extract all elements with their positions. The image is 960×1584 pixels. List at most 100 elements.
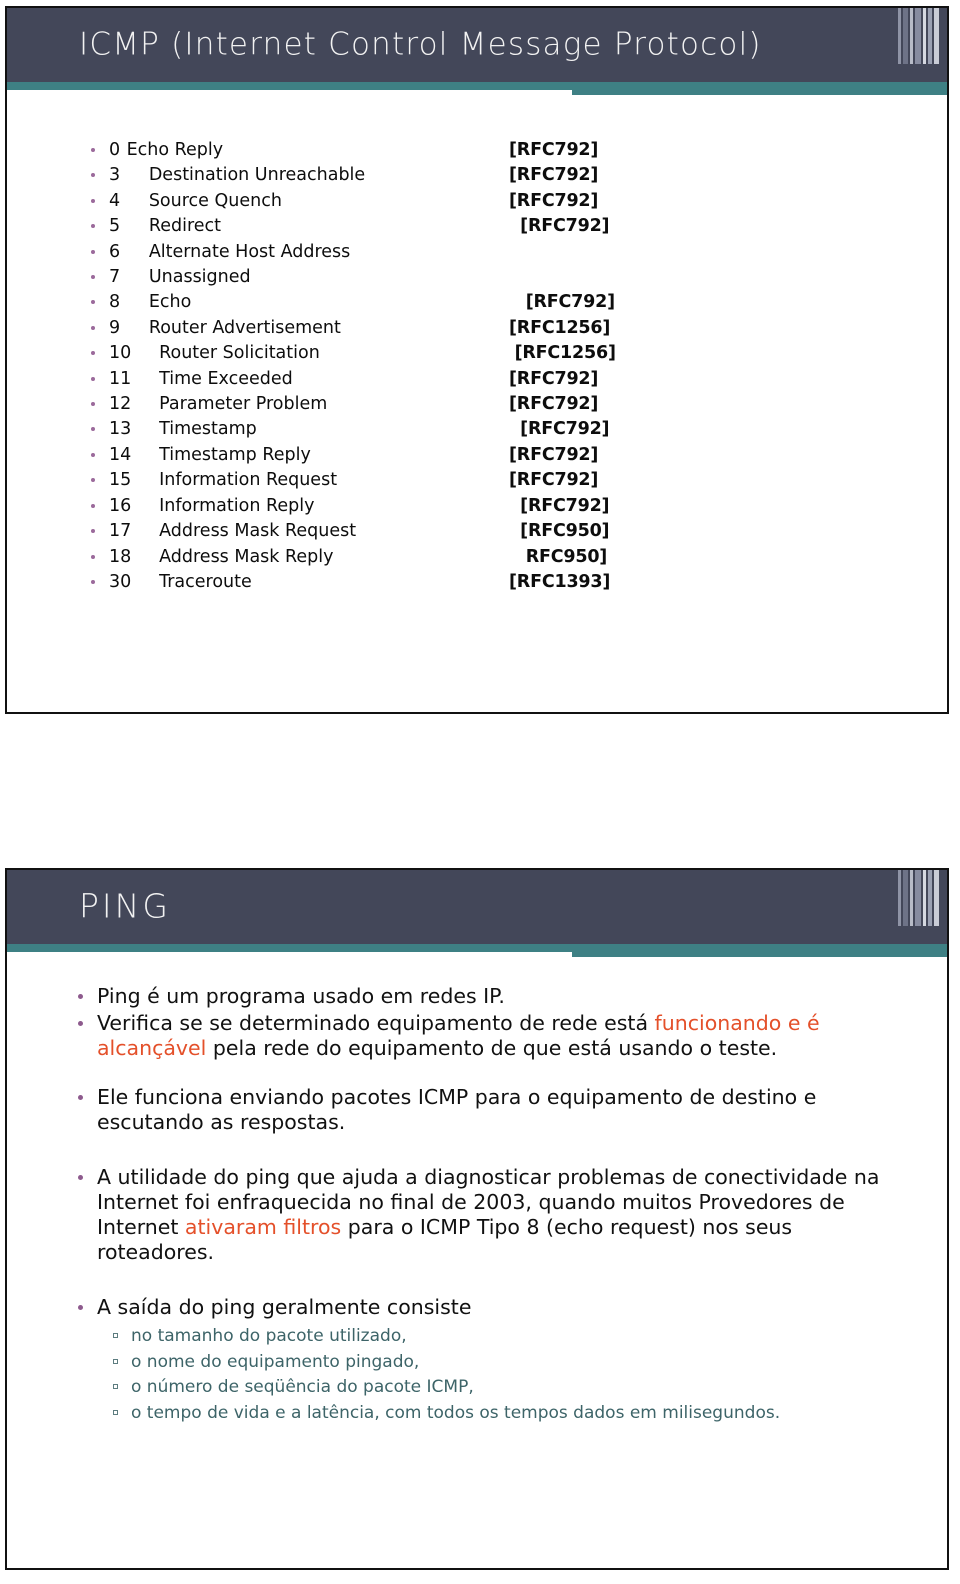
list-item: Ping é um programa usado em redes IP. [78,984,907,1009]
list-item: A utilidade do ping que ajuda a diagnost… [78,1165,907,1265]
list-item: 18 Address Mask Reply RFC950] [91,545,917,570]
icmp-type-name: Traceroute [159,571,252,592]
list-item: no tamanho do pacote utilizado, [113,1324,907,1350]
icmp-type-number: 3 [109,165,121,186]
icmp-type-number: 10 [109,343,132,364]
sub-bullet-text: o tempo de vida e a latência, com todos … [131,1402,781,1423]
slide-ping: PING Ping é um programa usado em redes I… [5,868,949,1570]
icmp-type-number: 6 [109,241,121,262]
icmp-type-number: 12 [109,394,132,415]
icmp-type-number: 11 [109,368,132,389]
list-item: Verifica se se determinado equipamento d… [78,1011,907,1061]
icmp-type-name: Parameter Problem [159,394,328,415]
slide-body: Ping é um programa usado em redes IP. Ve… [7,958,947,1426]
list-item: 12 Parameter Problem [RFC792] [91,392,917,417]
icmp-type-name: Echo [148,292,192,313]
bullet-text: Ping é um programa usado em redes IP. [97,984,505,1008]
slide-title: ICMP (Internet Control Message Protocol) [79,26,762,63]
icmp-type-rfc: [RFC792] [509,165,599,186]
list-item: o tempo de vida e a latência, com todos … [113,1401,907,1427]
sub-bullet-text: no tamanho do pacote utilizado, [131,1326,407,1346]
icmp-type-rfc: [RFC792] [509,470,599,491]
list-item: 0 Echo Reply [RFC792] [91,138,917,163]
icmp-type-name: Destination Unreachable [148,165,366,186]
list-item: Ele funciona enviando pacotes ICMP para … [78,1085,907,1135]
list-item: 14 Timestamp Reply [RFC792] [91,443,917,468]
ping-description-list: Ping é um programa usado em redes IP. Ve… [37,984,907,1426]
list-item: 6 Alternate Host Address [91,240,917,265]
icmp-type-name: Source Quench [148,190,282,211]
slide-title: PING [79,886,171,926]
slide-body: 0 Echo Reply [RFC792] 3 Destination Unrea… [7,96,947,595]
list-item: 7 Unassigned [91,265,917,290]
list-item: 5 Redirect [RFC792] [91,214,917,239]
icmp-type-number: 8 [109,292,121,313]
list-item: 10 Router Solicitation [RFC1256] [91,341,917,366]
sub-bullet-text: o nome do equipamento pingado, [131,1351,420,1372]
icmp-type-name: Alternate Host Address [148,241,351,262]
icmp-type-rfc: [RFC1393] [509,571,611,592]
icmp-type-rfc: [RFC792] [520,216,610,237]
icmp-type-number: 18 [109,546,132,567]
bullet-text-part: Verifica se se determinado equipamento d… [97,1011,655,1035]
icmp-type-number: 7 [109,267,121,288]
icmp-type-name: Address Mask Request [159,521,357,542]
icmp-type-name: Time Exceeded [159,368,293,389]
icmp-type-rfc: [RFC792] [509,140,599,160]
icmp-type-number: 13 [109,419,132,440]
icmp-type-rfc: [RFC792] [509,368,599,389]
slide-header: ICMP (Internet Control Message Protocol) [7,8,947,82]
icmp-type-name: Timestamp [159,419,257,440]
list-item: 30 Traceroute [RFC1393] [91,570,917,595]
bullet-text: A saída do ping geralmente consiste [97,1295,472,1319]
icmp-type-rfc: [RFC792] [525,292,615,313]
icmp-type-number: 15 [109,470,132,491]
icmp-type-name: Router Solicitation [159,343,320,364]
list-item: 13 Timestamp [RFC792] [91,417,917,442]
list-item: o número de seqüência do pacote ICMP, [113,1375,907,1401]
list-item: A saída do ping geralmente consiste no t… [78,1295,907,1426]
slide-header: PING [7,870,947,944]
decorative-stripes [897,870,943,926]
icmp-type-rfc: [RFC1256] [514,343,616,364]
icmp-type-rfc: [RFC792] [509,444,599,465]
list-item: 15 Information Request [RFC792] [91,468,917,493]
icmp-type-number: 30 [109,571,132,592]
list-item: 9 Router Advertisement [RFC1256] [91,316,917,341]
bullet-text: Ele funciona enviando pacotes ICMP para … [97,1085,817,1134]
ping-output-sublist: no tamanho do pacote utilizado, o nome d… [97,1324,907,1426]
header-accent-rule [7,82,947,96]
icmp-type-number: 9 [109,317,121,338]
highlighted-text: ativaram filtros [184,1215,342,1239]
icmp-type-name: Echo Reply [126,140,224,160]
slide-icmp: ICMP (Internet Control Message Protocol)… [5,6,949,714]
icmp-type-name: Unassigned [148,267,251,288]
icmp-type-number: 0 [109,140,121,160]
icmp-type-number: 5 [109,216,121,237]
icmp-type-number: 4 [109,190,121,211]
icmp-type-rfc: [RFC792] [509,190,599,211]
accent-rule-thick [572,944,947,957]
icmp-type-name: Information Reply [159,495,315,516]
list-item: 4 Source Quench [RFC792] [91,189,917,214]
icmp-type-number: 14 [109,444,132,465]
sub-bullet-text: o número de seqüência do pacote ICMP, [131,1377,474,1397]
icmp-type-rfc: [RFC792] [520,419,610,440]
icmp-type-rfc: [RFC1256] [509,317,611,338]
icmp-type-name: Timestamp Reply [159,444,311,465]
accent-rule-thick [572,82,947,95]
icmp-type-list: 0 Echo Reply [RFC792] 3 Destination Unrea… [37,138,917,595]
list-item: 16 Information Reply [RFC792] [91,494,917,519]
icmp-type-rfc: RFC950] [525,546,608,567]
list-item: 11 Time Exceeded [RFC792] [91,367,917,392]
decorative-stripes [897,8,943,64]
icmp-type-name: Address Mask Reply [159,546,334,567]
icmp-type-name: Router Advertisement [148,317,341,338]
icmp-type-rfc: [RFC950] [520,521,610,542]
list-item: 17 Address Mask Request [RFC950] [91,519,917,544]
icmp-type-rfc: [RFC792] [520,495,610,516]
bullet-text-part: pela rede do equipamento de que está usa… [206,1036,778,1060]
list-item: o nome do equipamento pingado, [113,1350,907,1376]
header-accent-rule [7,944,947,958]
icmp-type-name: Redirect [148,216,221,237]
